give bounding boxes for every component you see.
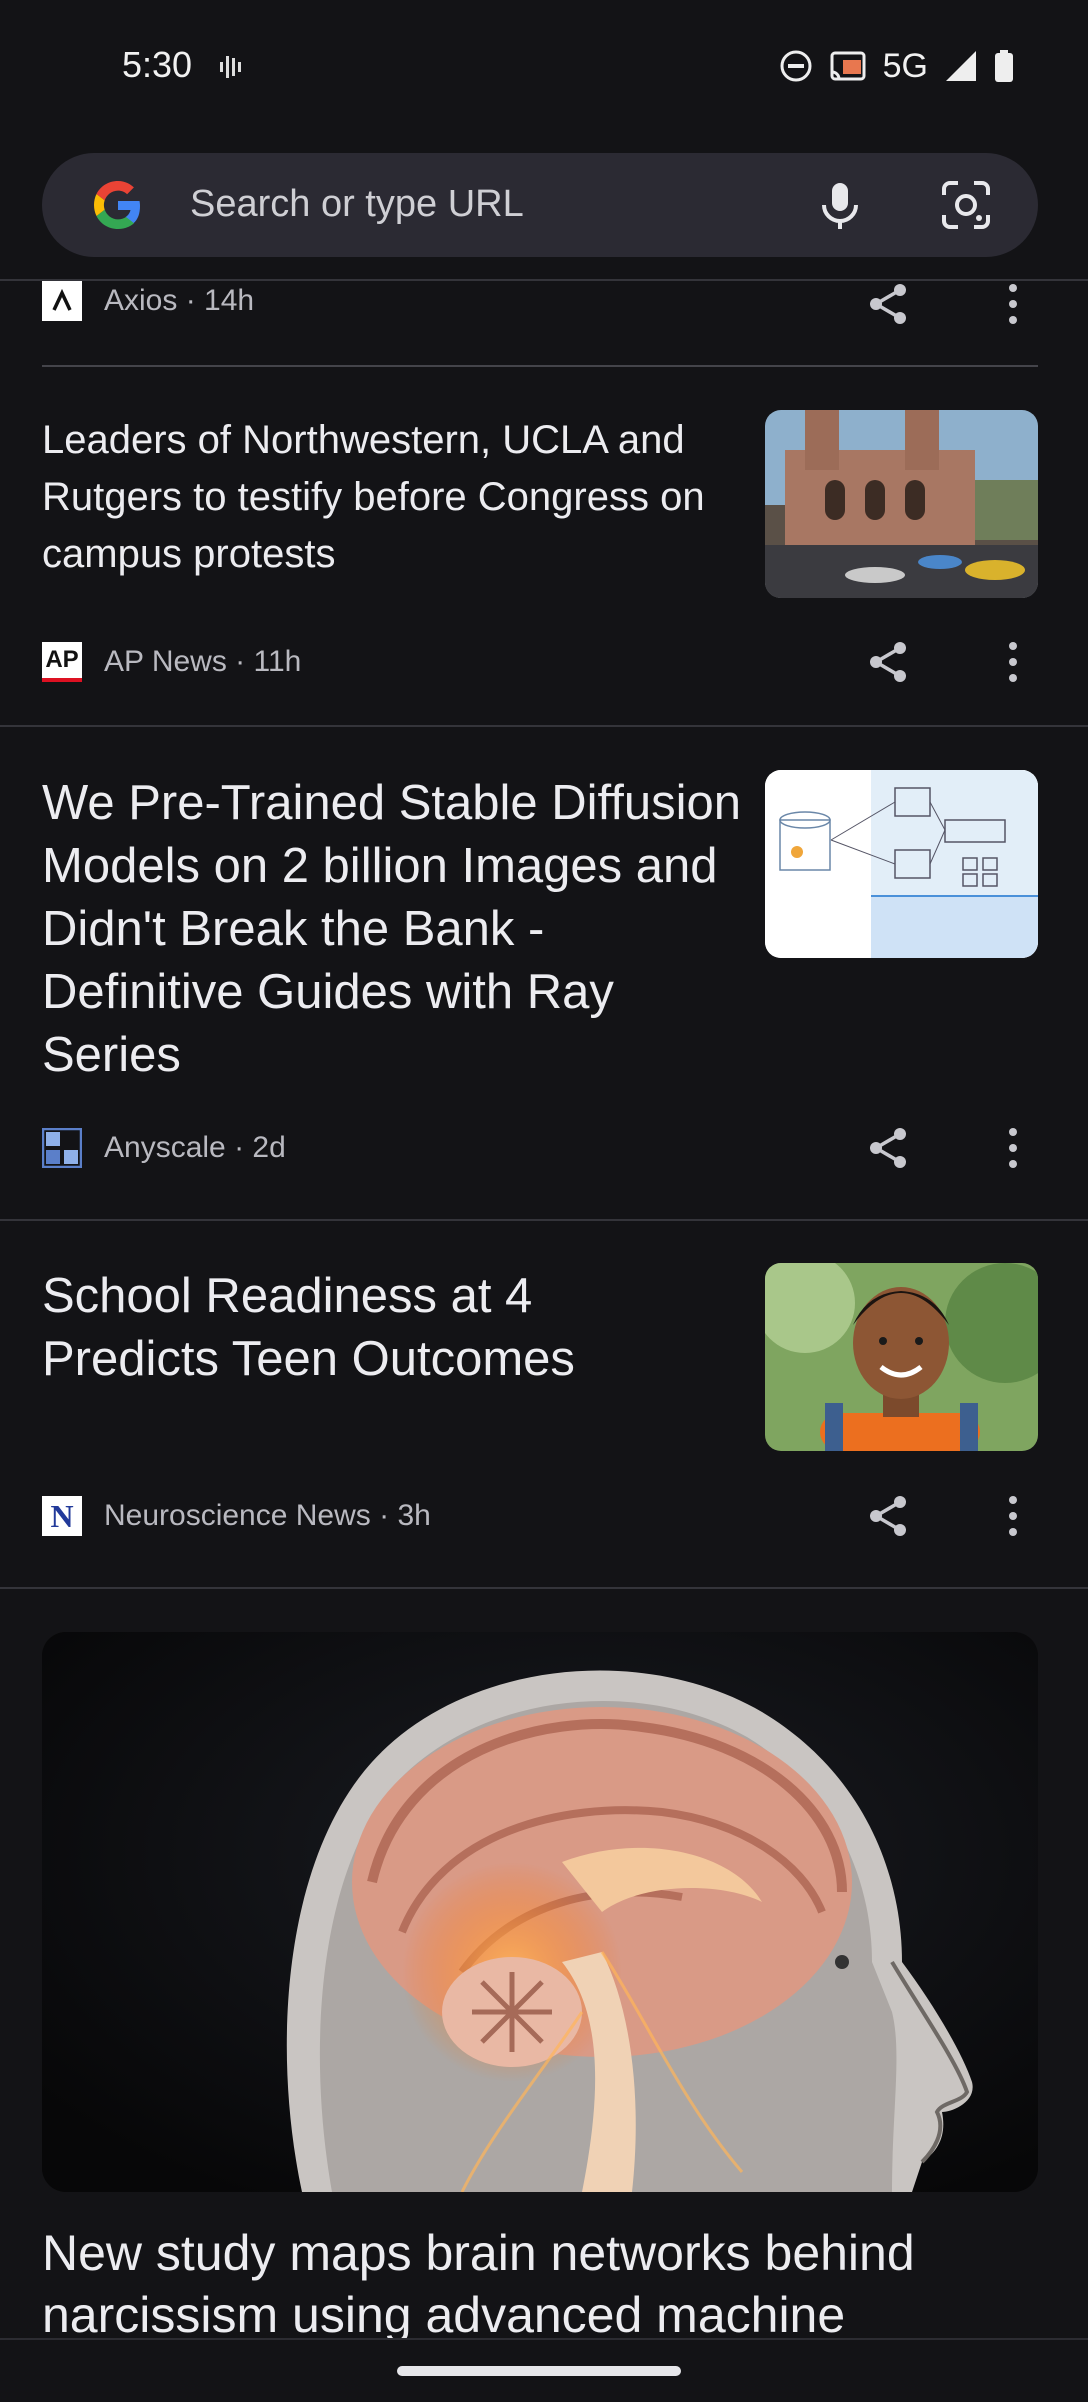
vibrate-icon — [220, 56, 241, 78]
axios-logo-icon — [42, 281, 82, 321]
signal-icon — [946, 51, 976, 81]
google-lens-icon[interactable] — [938, 177, 994, 233]
article-divider — [0, 1219, 1088, 1221]
article-source: Axios — [104, 284, 178, 317]
ap-news-logo-icon: AP — [42, 642, 82, 682]
gesture-handle[interactable] — [397, 2366, 681, 2376]
article-source: AP News — [104, 645, 227, 678]
omnibox[interactable]: Search or type URL — [42, 153, 1038, 257]
article-thumbnail[interactable] — [765, 410, 1038, 598]
share-icon[interactable] — [864, 638, 912, 686]
article-meta: Axios · 14h — [42, 281, 254, 321]
article-title[interactable]: School Readiness at 4 Predicts Teen Outc… — [42, 1265, 722, 1391]
article-title[interactable]: We Pre-Trained Stable Diffusion Models o… — [42, 772, 742, 1087]
search-input[interactable]: Search or type URL — [190, 183, 524, 226]
article-title[interactable]: New study maps brain networks behind nar… — [42, 2222, 1042, 2346]
article-thumbnail[interactable] — [765, 1263, 1038, 1451]
article-meta: AP AP News · 11h — [42, 642, 301, 682]
article-title[interactable]: Leaders of Northwestern, UCLA and Rutger… — [42, 412, 722, 583]
battery-icon — [995, 50, 1013, 82]
article-age: 2d — [252, 1131, 286, 1164]
article-age: 3h — [397, 1499, 431, 1532]
share-icon[interactable] — [864, 1492, 912, 1540]
diagram-image — [765, 770, 1038, 958]
article-meta: N Neuroscience News · 3h — [42, 1496, 431, 1536]
network-label: 5G — [882, 46, 928, 85]
share-icon[interactable] — [864, 1124, 912, 1172]
article-meta: Anyscale · 2d — [42, 1128, 286, 1168]
cast-icon — [830, 51, 866, 81]
child-photo-image — [765, 1263, 1038, 1451]
article-age: 14h — [204, 284, 255, 317]
article-hero-image[interactable] — [42, 1632, 1038, 2192]
article-divider — [0, 1587, 1088, 1589]
status-time: 5:30 — [122, 44, 193, 85]
neuroscience-news-logo-icon: N — [42, 1496, 82, 1536]
status-bar: 5:30 5G — [0, 0, 1088, 140]
anyscale-logo-icon — [42, 1128, 82, 1168]
article-divider — [0, 725, 1088, 727]
more-vert-icon[interactable] — [1003, 638, 1023, 686]
google-logo-icon — [94, 181, 140, 229]
article-age: 11h — [253, 645, 302, 678]
navigation-bar — [0, 2338, 1088, 2402]
article-divider — [42, 365, 1038, 367]
brain-illustration-image — [42, 1632, 1038, 2192]
article-source: Anyscale — [104, 1131, 226, 1164]
more-vert-icon[interactable] — [1003, 1492, 1023, 1540]
article-thumbnail[interactable] — [765, 770, 1038, 958]
do-not-disturb-icon — [780, 50, 812, 82]
article-source: Neuroscience News — [104, 1499, 371, 1532]
share-icon[interactable] — [864, 280, 912, 328]
status-icons: 5G — [779, 44, 1014, 88]
more-vert-icon[interactable] — [1003, 1124, 1023, 1172]
campus-photo-image — [765, 410, 1038, 598]
mic-icon[interactable] — [812, 177, 868, 233]
more-vert-icon[interactable] — [1003, 280, 1023, 328]
